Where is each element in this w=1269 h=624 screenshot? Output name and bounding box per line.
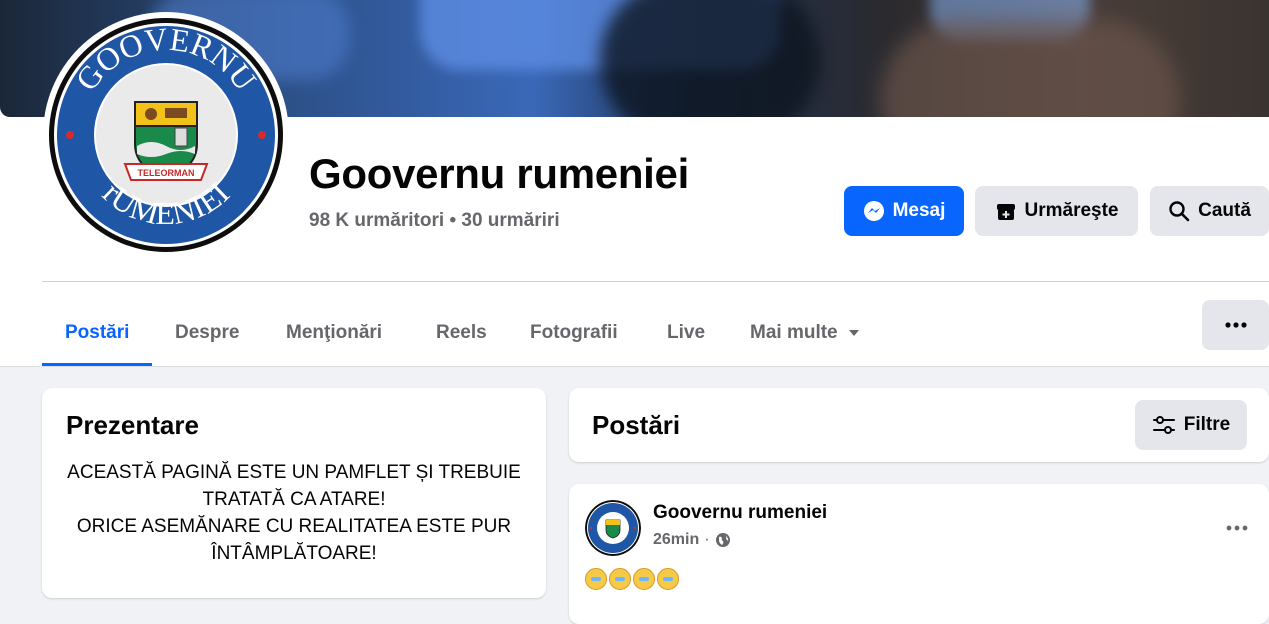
- follow-button-label: Urmăreşte: [1024, 200, 1119, 221]
- filters-button[interactable]: Filtre: [1135, 400, 1247, 450]
- tab-label: Despre: [175, 322, 240, 343]
- coat-of-arms-logo: GOOVERNU rUMENIEI TELEORMAN: [49, 18, 283, 252]
- follow-button[interactable]: Urmăreşte: [975, 186, 1138, 236]
- follow-icon: [996, 204, 1015, 220]
- svg-text:TELEORMAN: TELEORMAN: [138, 168, 195, 178]
- tab-mai-multe[interactable]: Mai multe: [750, 300, 860, 366]
- more-dots-icon: [1226, 525, 1248, 531]
- tab-live[interactable]: Live: [667, 300, 705, 366]
- tab-label: Fotografii: [530, 322, 618, 343]
- follow-stats: 98 K urmăritori • 30 urmăriri: [309, 210, 560, 232]
- profile-avatar[interactable]: GOOVERNU rUMENIEI TELEORMAN: [43, 12, 289, 258]
- posts-header-card: Postări Filtre: [569, 388, 1269, 462]
- intro-title: Prezentare: [66, 410, 199, 440]
- intro-bio: ACEASTĂ PAGINĂ ESTE UN PAMFLET ȘI TREBUI…: [66, 459, 522, 567]
- tab-fotografii[interactable]: Fotografii: [530, 300, 618, 366]
- message-button-label: Mesaj: [892, 200, 946, 221]
- tab-mentionari[interactable]: Menţionări: [286, 300, 382, 366]
- laughing-tears-emoji-icon: [585, 568, 607, 590]
- meta-separator: ·: [704, 531, 710, 548]
- laughing-tears-emoji-icon: [609, 568, 631, 590]
- laughing-tears-emoji-icon: [633, 568, 655, 590]
- filter-sliders-icon: [1152, 416, 1175, 434]
- tab-label: Live: [667, 322, 706, 343]
- post-timestamp[interactable]: 26min: [653, 531, 699, 549]
- search-icon: [1169, 201, 1190, 222]
- globe-icon[interactable]: [715, 532, 731, 548]
- intro-card: Prezentare ACEASTĂ PAGINĂ ESTE UN PAMFLE…: [42, 388, 546, 598]
- post-card: Goovernu rumeniei 26min ·: [569, 484, 1269, 624]
- more-dots-icon: [1224, 322, 1247, 328]
- coat-of-arms-logo: [585, 500, 641, 556]
- laughing-tears-emoji-icon: [657, 568, 679, 590]
- tab-label: Mai multe: [750, 322, 838, 343]
- more-options-button[interactable]: [1202, 300, 1269, 350]
- tab-postari[interactable]: Postări: [42, 300, 153, 366]
- post-meta: 26min ·: [653, 531, 731, 549]
- tab-despre[interactable]: Despre: [175, 300, 239, 366]
- posts-title: Postări: [592, 410, 681, 440]
- followers-count[interactable]: 98 K urmăritori: [309, 210, 444, 231]
- messenger-icon: [863, 201, 884, 221]
- post-options-button[interactable]: [1219, 510, 1255, 546]
- following-count[interactable]: 30 urmăriri: [461, 210, 559, 231]
- tab-label: Menţionări: [286, 322, 383, 343]
- post-author-name[interactable]: Goovernu rumeniei: [653, 502, 827, 524]
- bio-line: ACEASTĂ PAGINĂ ESTE UN PAMFLET ȘI TREBUI…: [67, 462, 521, 510]
- search-button[interactable]: Caută: [1150, 186, 1269, 236]
- active-tab-indicator: [42, 363, 153, 366]
- post-author-avatar[interactable]: [585, 500, 641, 556]
- post-emoji-row: [585, 568, 681, 590]
- filters-label: Filtre: [1183, 414, 1231, 435]
- search-button-label: Caută: [1198, 200, 1251, 221]
- message-button[interactable]: Mesaj: [844, 186, 964, 236]
- stats-separator: •: [449, 210, 457, 231]
- tab-label: Postări: [65, 322, 130, 343]
- tab-label: Reels: [436, 322, 487, 343]
- bio-line: ORICE ASEMĂNARE CU REALITATEA ESTE PUR Î…: [76, 516, 512, 564]
- page-title: Goovernu rumeniei: [309, 150, 689, 197]
- tab-reels[interactable]: Reels: [436, 300, 487, 366]
- caret-down-icon: [848, 330, 859, 336]
- header-divider: [42, 281, 1269, 282]
